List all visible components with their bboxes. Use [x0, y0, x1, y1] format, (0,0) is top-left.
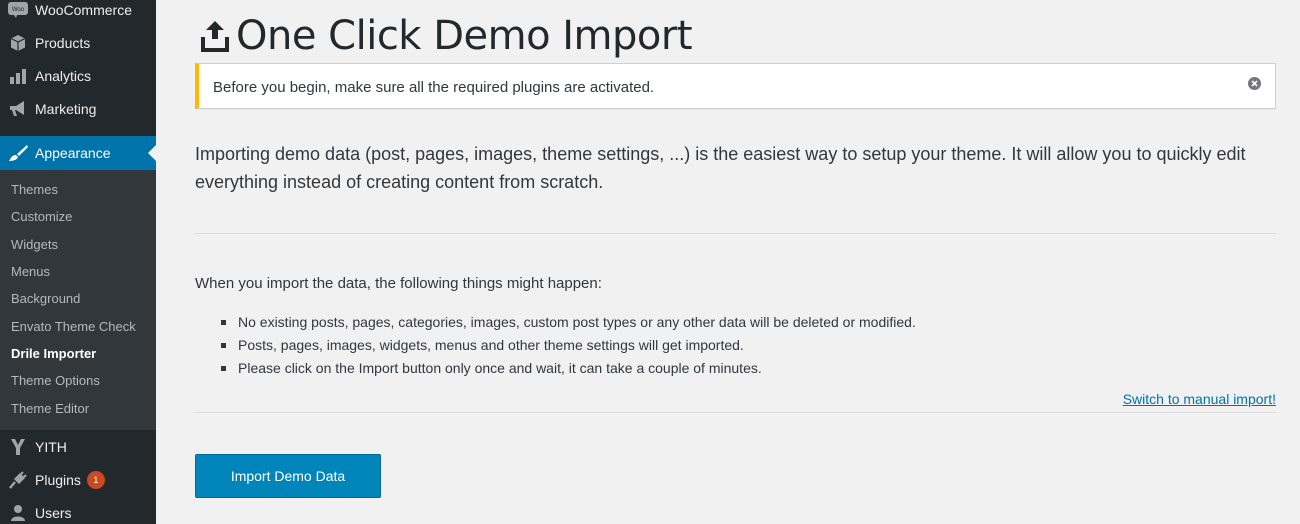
sidebar-item-marketing[interactable]: Marketing: [0, 92, 156, 126]
warning-notice: Before you begin, make sure all the requ…: [195, 63, 1276, 109]
plugins-plug-icon: [8, 470, 28, 490]
submenu-item-widgets[interactable]: Widgets: [11, 235, 58, 255]
admin-sidebar: Woo WooCommerce Products Analytics Marke…: [0, 0, 156, 524]
appearance-submenu: Themes Customize Widgets Menus Backgroun…: [0, 170, 156, 430]
submenu-item-customize[interactable]: Customize: [11, 207, 72, 227]
sidebar-item-label: Analytics: [35, 68, 92, 84]
active-menu-arrow: [148, 145, 156, 161]
intro-paragraph: Importing demo data (post, pages, images…: [195, 144, 1246, 192]
main-content: One Click Demo Import Before you begin, …: [156, 0, 1300, 524]
divider: [195, 233, 1276, 234]
import-info-heading: When you import the data, the following …: [195, 275, 602, 292]
page-title: One Click Demo Import: [200, 10, 693, 62]
users-icon: [8, 503, 28, 523]
paintbrush-icon: [8, 143, 28, 163]
submenu-item-envato-theme-check[interactable]: Envato Theme Check: [11, 317, 136, 337]
submenu-item-background[interactable]: Background: [11, 289, 80, 309]
import-demo-data-button[interactable]: Import Demo Data: [195, 454, 381, 498]
sidebar-item-appearance[interactable]: Appearance: [0, 136, 156, 170]
analytics-bars-icon: [8, 66, 28, 86]
submenu-item-theme-editor[interactable]: Theme Editor: [11, 399, 89, 419]
submenu-item-drile-importer[interactable]: Drile Importer: [11, 344, 96, 364]
sidebar-item-label: Users: [35, 505, 72, 521]
sidebar-item-users[interactable]: Users: [0, 496, 156, 524]
divider: [195, 412, 1276, 413]
sidebar-item-label: WooCommerce: [35, 2, 132, 18]
import-info-list: No existing posts, pages, categories, im…: [221, 311, 916, 380]
megaphone-icon: [8, 99, 28, 119]
sidebar-item-products[interactable]: Products: [0, 26, 156, 60]
submenu-item-menus[interactable]: Menus: [11, 262, 50, 282]
yith-icon: [8, 437, 28, 457]
plugins-update-badge: 1: [86, 471, 105, 489]
products-box-icon: [8, 33, 28, 53]
sidebar-item-plugins[interactable]: Plugins 1: [0, 463, 156, 497]
woocommerce-icon: Woo: [8, 0, 28, 20]
upload-icon: [200, 18, 230, 54]
sidebar-item-woocommerce[interactable]: Woo WooCommerce: [0, 0, 156, 27]
list-item: Posts, pages, images, widgets, menus and…: [221, 334, 916, 357]
sidebar-item-yith[interactable]: YITH: [0, 430, 156, 464]
sidebar-item-label: YITH: [35, 439, 67, 455]
switch-to-manual-import-link[interactable]: Switch to manual import!: [1123, 391, 1276, 407]
sidebar-item-label: Appearance: [35, 145, 111, 161]
sidebar-item-label: Plugins: [35, 472, 81, 488]
list-item: Please click on the Import button only o…: [221, 357, 916, 380]
sidebar-item-label: Products: [35, 35, 91, 51]
submenu-item-themes[interactable]: Themes: [11, 180, 58, 200]
page-title-text: One Click Demo Import: [236, 13, 693, 59]
list-item: No existing posts, pages, categories, im…: [221, 311, 916, 334]
sidebar-item-label: Marketing: [35, 101, 97, 117]
dismiss-notice-icon[interactable]: [1248, 77, 1261, 90]
sidebar-item-analytics[interactable]: Analytics: [0, 59, 156, 93]
woo-icon-text: Woo: [12, 7, 25, 13]
submenu-item-theme-options[interactable]: Theme Options: [11, 371, 100, 391]
notice-text: Before you begin, make sure all the requ…: [213, 79, 655, 96]
